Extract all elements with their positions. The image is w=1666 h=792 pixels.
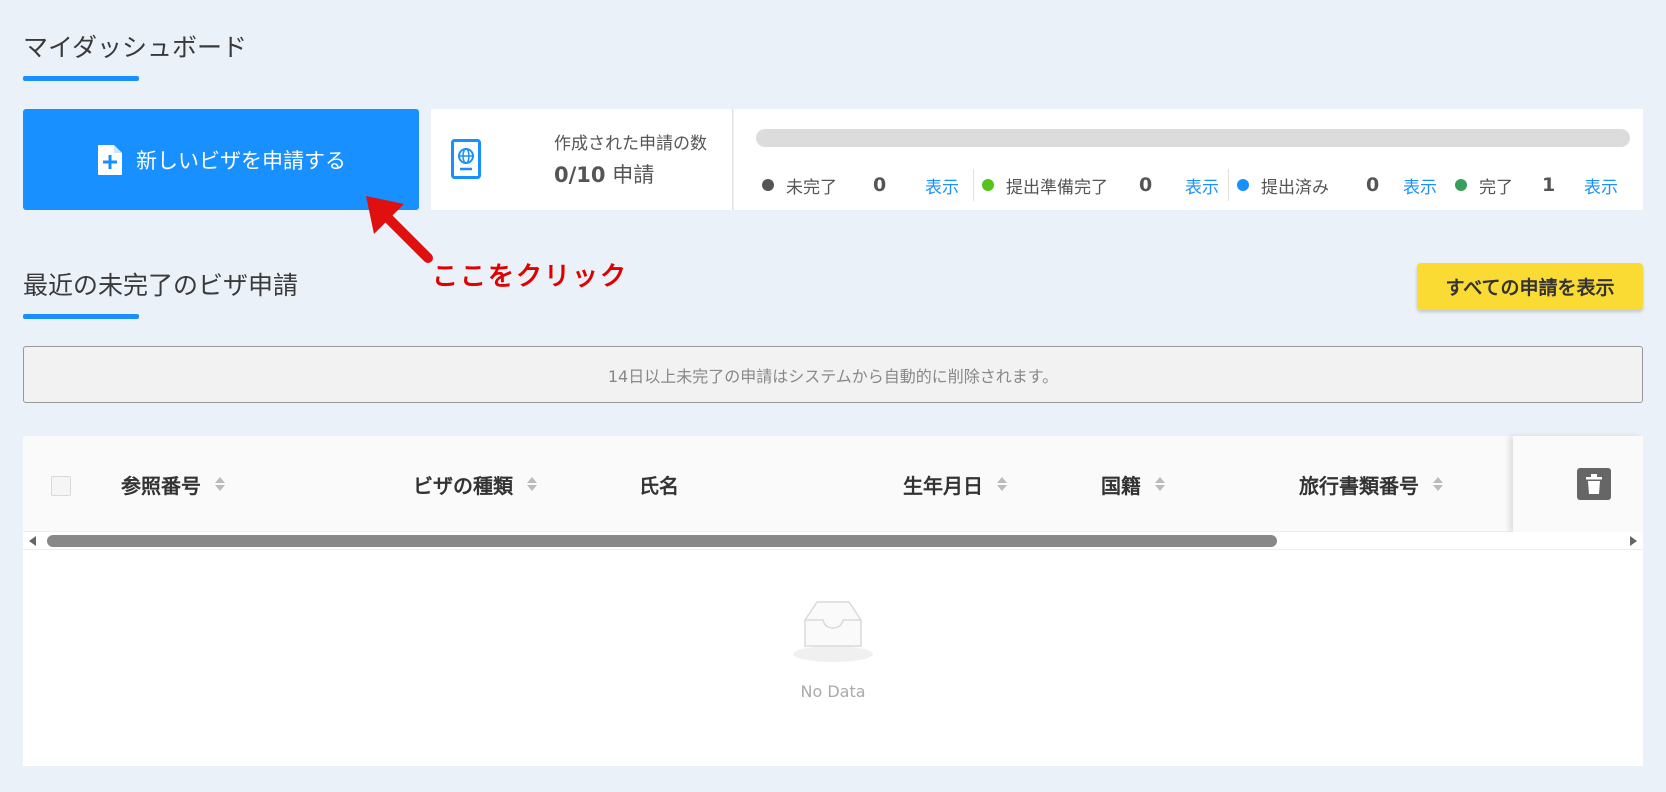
file-plus-icon	[96, 144, 124, 176]
status-dot-complete	[1455, 179, 1467, 191]
page-title: マイダッシュボード	[23, 33, 248, 62]
column-label: 生年月日	[903, 473, 983, 498]
auto-delete-notice: 14日以上未完了の申請はシステムから自動的に削除されます。	[23, 346, 1643, 403]
application-count-card: 作成された申請の数 0/10 申請	[431, 109, 733, 210]
column-label: 参照番号	[121, 473, 201, 498]
status-label: 未完了	[786, 177, 837, 198]
application-count-label: 作成された申請の数	[554, 134, 707, 154]
status-incomplete: 未完了 0 表示	[762, 167, 959, 203]
status-show-link[interactable]: 表示	[1403, 173, 1437, 198]
application-count-unit: 申請	[605, 163, 655, 187]
status-count: 0	[1139, 174, 1153, 196]
recent-applications-title: 最近の未完了のビザ申請	[23, 271, 299, 300]
title-underline	[23, 314, 139, 319]
status-card: 未完了 0 表示 提出準備完了 0 表示 提出済み 0 表示 完了 1 表示	[734, 109, 1643, 210]
title-underline	[23, 76, 139, 81]
status-row: 未完了 0 表示 提出準備完了 0 表示 提出済み 0 表示 完了 1 表示	[734, 167, 1643, 203]
status-ready: 提出準備完了 0 表示	[982, 167, 1219, 203]
applications-table: 参照番号 ビザの種類 氏名 生年月日 国籍 旅行書類番号 No Data	[23, 436, 1643, 766]
status-count: 0	[1366, 174, 1380, 196]
sort-icon[interactable]	[215, 477, 225, 491]
application-count-value: 0/10 申請	[554, 159, 654, 189]
no-data-text: No Data	[800, 682, 866, 701]
click-here-annotation: ここをクリック	[432, 262, 629, 292]
status-label: 完了	[1479, 177, 1513, 198]
status-show-link[interactable]: 表示	[1584, 173, 1618, 198]
sort-icon[interactable]	[1155, 477, 1165, 491]
column-name: 氏名	[639, 436, 679, 532]
status-divider	[1228, 169, 1229, 201]
column-birthdate[interactable]: 生年月日	[903, 436, 1007, 532]
fixed-action-column	[1513, 436, 1643, 532]
status-show-link[interactable]: 表示	[925, 173, 959, 198]
scroll-left-arrow-icon[interactable]	[29, 536, 36, 546]
status-count: 1	[1542, 174, 1556, 196]
status-submitted: 提出済み 0 表示	[1237, 167, 1437, 203]
column-label: 旅行書類番号	[1299, 473, 1419, 498]
passport-icon	[451, 139, 481, 183]
new-visa-button-label: 新しいビザを申請する	[136, 148, 346, 173]
status-label: 提出済み	[1261, 177, 1329, 198]
status-progress-bar	[756, 129, 1630, 147]
scroll-right-arrow-icon[interactable]	[1630, 536, 1637, 546]
trash-icon	[1586, 474, 1602, 494]
show-all-applications-button[interactable]: すべての申請を表示	[1417, 263, 1643, 310]
sort-icon[interactable]	[527, 477, 537, 491]
red-arrow-icon	[366, 196, 433, 263]
column-label: 氏名	[639, 473, 679, 498]
select-all-checkbox[interactable]	[51, 476, 71, 496]
column-visa-type[interactable]: ビザの種類	[413, 436, 537, 532]
sort-icon[interactable]	[1433, 477, 1443, 491]
empty-state: No Data	[23, 550, 1643, 766]
column-nationality[interactable]: 国籍	[1101, 436, 1165, 532]
application-count: 0/10	[554, 163, 606, 187]
status-divider	[973, 169, 974, 201]
column-label: 国籍	[1101, 473, 1141, 498]
horizontal-scrollbar[interactable]	[23, 532, 1643, 550]
sort-icon[interactable]	[997, 477, 1007, 491]
empty-inbox-icon	[793, 601, 873, 662]
status-dot-submitted	[1237, 179, 1249, 191]
column-reference-number[interactable]: 参照番号	[121, 436, 225, 532]
column-travel-document-number[interactable]: 旅行書類番号	[1299, 436, 1443, 532]
status-dot-incomplete	[762, 179, 774, 191]
column-label: ビザの種類	[413, 473, 513, 498]
status-show-link[interactable]: 表示	[1185, 173, 1219, 198]
status-complete: 完了 1 表示	[1455, 167, 1618, 203]
table-header: 参照番号 ビザの種類 氏名 生年月日 国籍 旅行書類番号	[23, 436, 1643, 532]
delete-button[interactable]	[1577, 468, 1611, 500]
scroll-thumb[interactable]	[47, 535, 1277, 547]
status-dot-ready	[982, 179, 994, 191]
status-label: 提出準備完了	[1006, 177, 1108, 198]
status-count: 0	[873, 174, 887, 196]
status-progress-fill	[756, 129, 1630, 147]
